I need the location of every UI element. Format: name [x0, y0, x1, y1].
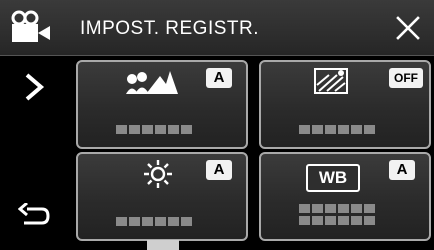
- white-balance-icon: WB: [306, 164, 360, 192]
- white-balance-tile[interactable]: WB A: [259, 152, 431, 241]
- backlight-compensation-icon: [314, 68, 348, 94]
- chevron-right-icon[interactable]: [22, 71, 48, 103]
- mode-badge: OFF: [389, 68, 423, 88]
- value-placeholder: [299, 216, 375, 225]
- backlight-comp-tile[interactable]: OFF: [259, 60, 431, 149]
- side-navigation: [0, 57, 70, 250]
- close-icon[interactable]: [396, 16, 420, 40]
- value-placeholder: [299, 125, 375, 134]
- scene-mountains-icon: [126, 71, 178, 94]
- brightness-tile[interactable]: A: [76, 152, 248, 241]
- scene-select-tile[interactable]: A: [76, 60, 248, 149]
- video-camera-icon: [11, 10, 50, 42]
- return-arrow-icon[interactable]: [18, 203, 50, 231]
- mode-badge: A: [206, 160, 232, 180]
- value-placeholder: [116, 217, 192, 226]
- value-placeholder: [299, 204, 375, 213]
- value-placeholder: [116, 125, 192, 134]
- page-title: IMPOST. REGISTR.: [80, 18, 260, 39]
- header-bar: IMPOST. REGISTR.: [0, 0, 434, 56]
- brightness-sun-icon: [144, 160, 172, 188]
- scroll-indicator[interactable]: [147, 240, 179, 250]
- mode-badge: A: [389, 160, 415, 180]
- mode-badge: A: [206, 68, 232, 88]
